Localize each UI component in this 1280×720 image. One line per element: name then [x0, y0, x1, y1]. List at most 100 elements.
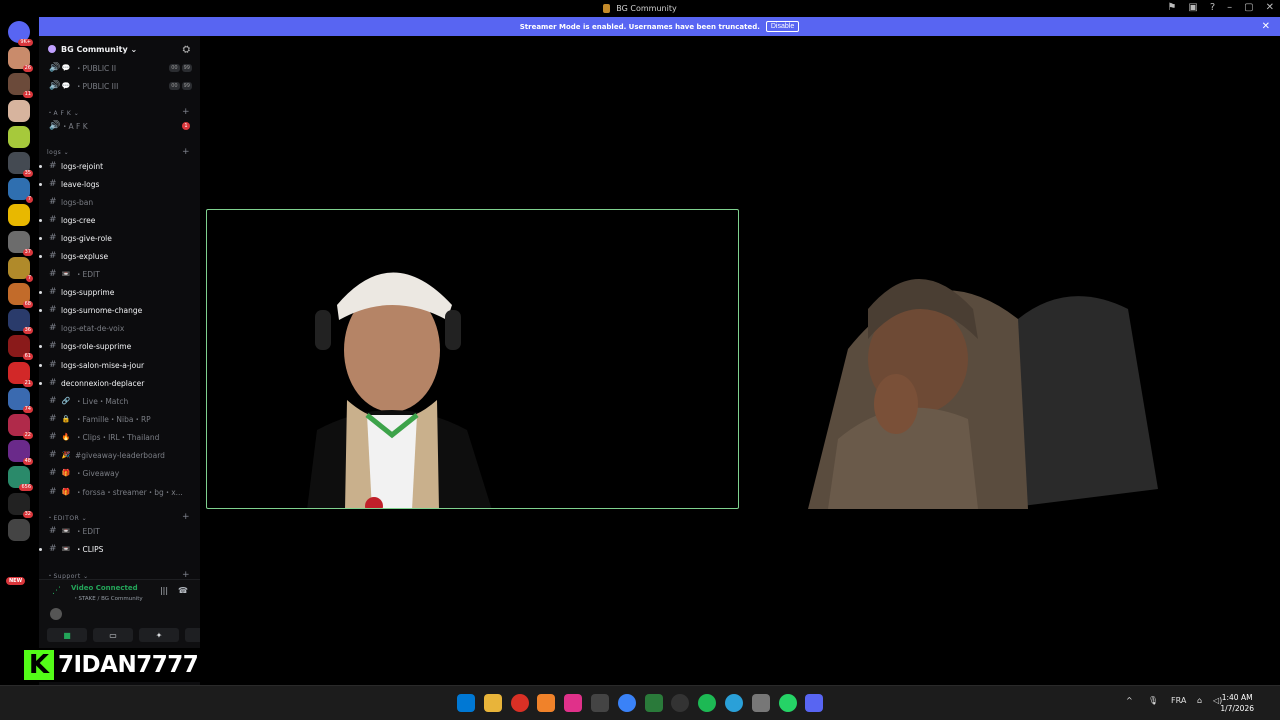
banner-close-icon[interactable]: ✕ [1262, 21, 1270, 32]
text-channel[interactable]: # 🎉 #giveaway-leaderboard [39, 446, 200, 464]
text-channel[interactable]: # 📼 ・EDIT [39, 265, 200, 283]
voice-channel[interactable]: 🔊 💬 ・PUBLIC II 00 99 [39, 59, 200, 77]
server-icon[interactable]: 9K+ [8, 21, 33, 46]
text-channel[interactable]: # logs-cree [39, 211, 200, 229]
camera-button[interactable]: ■ [47, 628, 87, 642]
whatsapp-icon[interactable] [778, 694, 797, 712]
server-icon[interactable]: 35 [8, 152, 33, 177]
text-channel[interactable]: # 🔥 ・Clips・IRL・Thailand [39, 428, 200, 446]
voice-location[interactable]: ・STAKE / BG Community [73, 594, 143, 602]
noise-suppression-icon[interactable]: ||| [160, 586, 168, 595]
discord-icon[interactable] [805, 694, 824, 712]
create-channel-icon[interactable]: + [182, 147, 190, 157]
voice-channel[interactable]: 🔊 ・A F K 1 [39, 117, 200, 135]
server-unread-badge: 32 [22, 510, 33, 518]
text-channel[interactable]: # logs-role-supprime [39, 337, 200, 355]
create-channel-icon[interactable]: + [182, 107, 190, 117]
mic-icon[interactable]: 🎙 [1148, 696, 1158, 705]
maximize-icon[interactable]: ▢ [1244, 2, 1253, 13]
avatar[interactable] [50, 608, 62, 620]
disable-streamer-mode-button[interactable]: Disable [765, 21, 800, 32]
text-channel[interactable]: # logs-ban [39, 193, 200, 211]
server-icon[interactable]: 7 [8, 178, 33, 204]
taskbar-clock[interactable]: 1:40 AM 1/7/2026 [1220, 692, 1254, 714]
text-channel[interactable]: # leave-logs [39, 175, 200, 193]
server-icon[interactable]: 68 [8, 283, 33, 308]
channel-label: ・PUBLIC II [75, 63, 117, 73]
server-icon[interactable] [8, 125, 30, 148]
unread-indicator [39, 344, 42, 348]
user-count-value: 99 [181, 64, 192, 72]
app-a-icon[interactable] [537, 694, 556, 712]
text-channel[interactable]: # 📼 ・CLIPS [39, 540, 200, 558]
voice-status[interactable]: Video Connected [71, 584, 138, 592]
text-channel[interactable]: # logs-rejoint [39, 157, 200, 175]
server-icon[interactable]: 21 [8, 361, 33, 387]
server-icon[interactable]: 48 [8, 440, 33, 466]
server-icon[interactable]: 74 [8, 387, 33, 413]
new-servers-badge: NEW [6, 577, 26, 585]
taskbar: ^ 🎙 FRA ⌂ ◁) 1:40 AM 1/7/2026 [0, 685, 1280, 720]
network-icon[interactable]: ⌂ [1197, 696, 1202, 705]
server-icon[interactable]: 7 [8, 256, 33, 282]
windows-start-icon[interactable] [457, 694, 475, 712]
app-pen-icon[interactable] [591, 694, 609, 712]
spotify-icon[interactable] [698, 694, 717, 712]
server-icon[interactable]: 656 [8, 466, 33, 492]
server-icon[interactable]: 61 [8, 335, 33, 361]
server-icon[interactable] [8, 99, 30, 122]
text-channel[interactable]: # deconnexion-deplacer [39, 374, 200, 392]
unread-indicator [39, 381, 42, 385]
settings-icon[interactable] [751, 694, 770, 712]
invite-people-icon[interactable]: ⛭ [183, 45, 190, 55]
app-camera-icon[interactable] [564, 694, 583, 712]
hash-icon: # [49, 396, 57, 406]
signal-icon: ⋰ [52, 586, 61, 596]
hash-icon: # [49, 305, 57, 315]
channel-emoji-icon: 💬 [61, 82, 71, 90]
app-play-icon[interactable] [644, 694, 663, 712]
streamer-mode-banner: Streamer Mode is enabled. Usernames have… [39, 17, 1280, 36]
disconnect-icon[interactable]: ☎ [178, 586, 188, 595]
server-icon[interactable] [8, 204, 30, 227]
text-channel[interactable]: # 📼 ・EDIT [39, 522, 200, 540]
server-icon[interactable]: 26 [8, 47, 33, 73]
server-icon[interactable]: 36 [8, 309, 33, 335]
text-channel[interactable]: # logs-salon-mise-a-jour [39, 356, 200, 374]
minimize-icon[interactable]: – [1227, 2, 1232, 13]
text-channel[interactable]: # logs-give-role [39, 229, 200, 247]
video-tile-2[interactable] [808, 209, 1224, 509]
telegram-icon[interactable] [725, 694, 743, 712]
text-channel[interactable]: # 🎁 ・Giveaway [39, 464, 200, 482]
channel-label: ・EDIT [75, 269, 100, 279]
activities-button[interactable]: ✦ [139, 628, 179, 642]
server-icon[interactable]: 11 [8, 73, 33, 99]
server-icon[interactable] [8, 518, 30, 541]
server-icon[interactable]: 22 [8, 414, 33, 439]
tray-expand-icon[interactable]: ^ [1126, 696, 1133, 705]
text-channel[interactable]: # logs-etat-de-voix [39, 319, 200, 337]
chrome-alt-icon[interactable] [617, 694, 636, 712]
text-channel[interactable]: # 🎁 ・forssa・streamer・bg・x... [39, 483, 200, 501]
voice-channel[interactable]: 🔊 💬 ・PUBLIC III 00 99 [39, 77, 200, 95]
file-explorer-icon[interactable] [483, 694, 502, 712]
text-channel[interactable]: # logs-surnome-change [39, 301, 200, 319]
server-icon[interactable]: 32 [8, 492, 33, 518]
video-tile-speaking[interactable] [206, 209, 739, 509]
text-channel[interactable]: # 🔗 ・Live・Match [39, 392, 200, 410]
inbox-icon[interactable]: ⚑ [1167, 2, 1176, 13]
text-channel[interactable]: # 🔒 ・Famille・Niba・RP [39, 410, 200, 428]
obs-icon[interactable] [671, 694, 690, 712]
text-channel[interactable]: # logs-expluse [39, 247, 200, 265]
channel-label: logs-give-role [61, 233, 112, 243]
stream-icon[interactable]: ▣ [1188, 2, 1197, 13]
chrome-icon[interactable] [510, 694, 529, 712]
webcam-feed-2 [808, 279, 1158, 509]
close-icon[interactable]: ✕ [1266, 2, 1274, 13]
text-channel[interactable]: # logs-supprime [39, 283, 200, 301]
help-icon[interactable]: ? [1210, 2, 1215, 13]
server-icon[interactable]: 37 [8, 230, 33, 256]
create-channel-icon[interactable]: + [182, 512, 190, 522]
screen-share-button[interactable]: ▭ [93, 628, 133, 642]
language-indicator[interactable]: FRA [1171, 696, 1186, 705]
